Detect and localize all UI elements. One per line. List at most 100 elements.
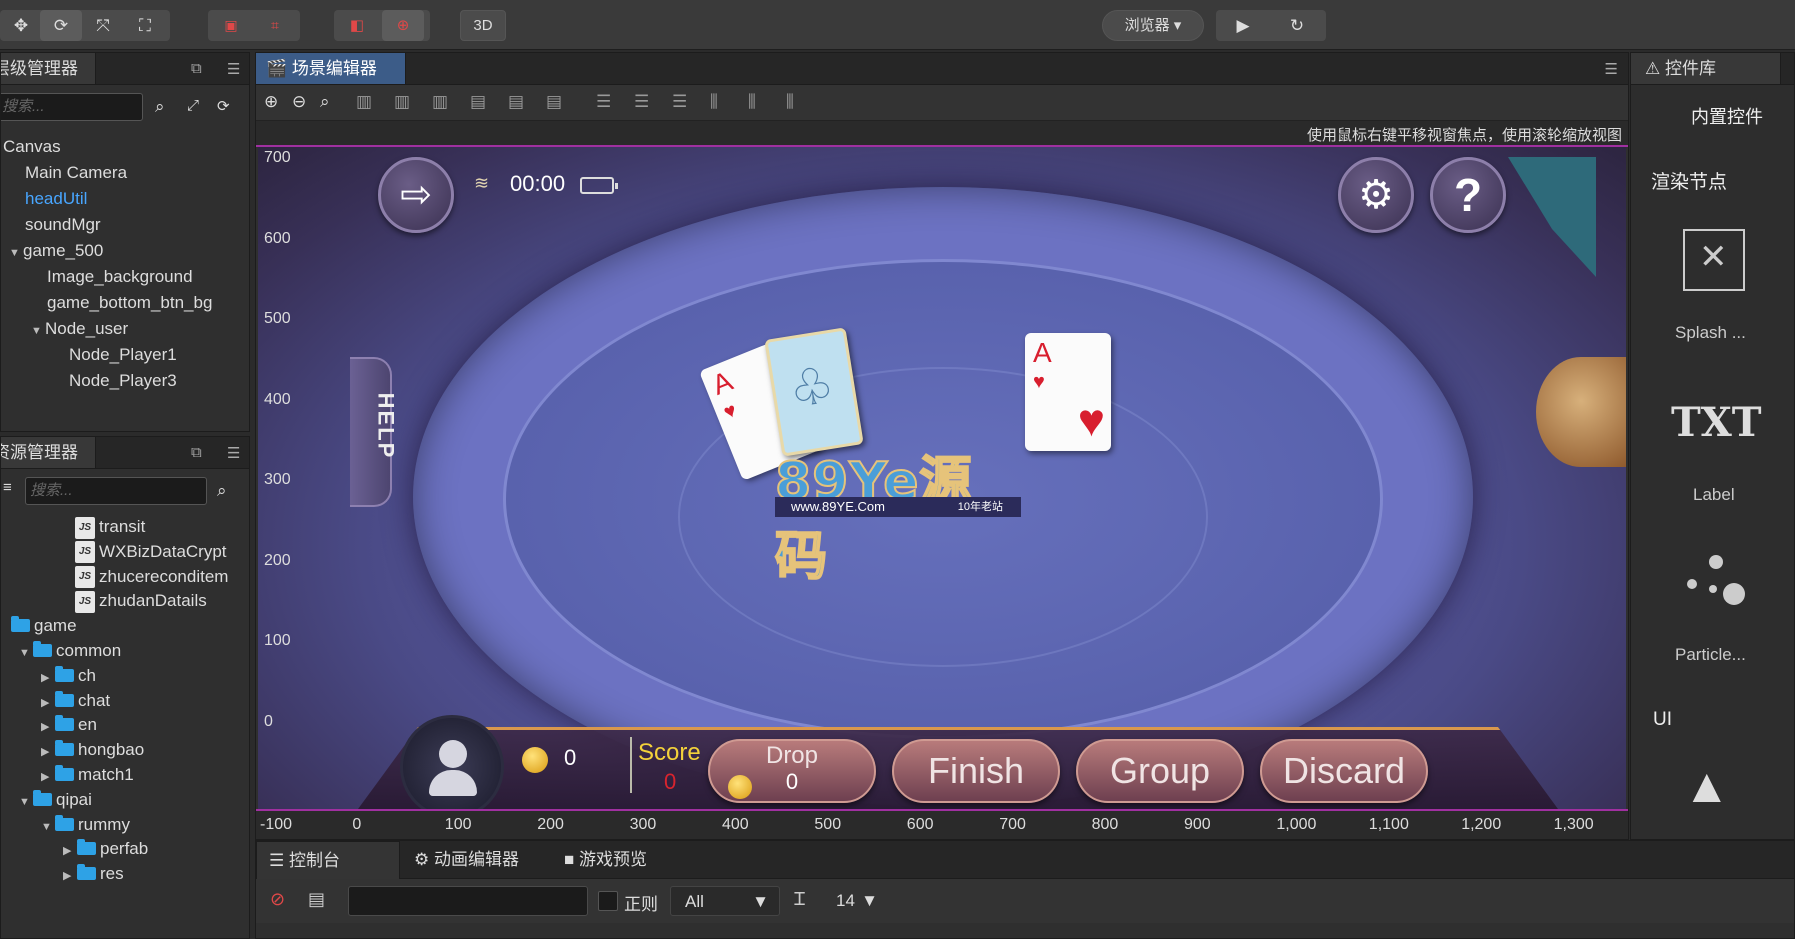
rotate-tool-icon[interactable]: ⟳ [40,10,82,41]
label-widget[interactable]: TXT [1671,399,1762,446]
align-vcenter-icon[interactable]: ▥ [394,92,410,112]
ui-widget-icon[interactable]: ▲ [1683,759,1731,814]
menu-icon[interactable]: ☰ [1605,60,1618,78]
zoom-in-icon[interactable]: ⊕ [264,92,278,112]
finish-button[interactable]: Finish [892,739,1060,803]
font-size-select[interactable]: 14 ▼ [822,886,888,916]
pivot-icon[interactable]: ▣ [210,10,252,41]
refresh-icon[interactable]: ⟳ [217,97,230,115]
distribute-vcenter-icon[interactable]: ☰ [634,92,649,112]
help-button[interactable]: ? [1430,157,1506,233]
clear-icon[interactable]: ⊘ [270,889,285,910]
menu-icon[interactable]: ☰ [227,444,240,462]
hierarchy-node[interactable]: ▼ Node_user [31,315,128,343]
widget-library-tab[interactable]: ⚠ 控件库 [1631,53,1781,85]
scale-tool-icon[interactable]: ⤧ [82,10,124,41]
assets-tab[interactable]: 资源管理器 [1,437,96,469]
distribute-left-icon[interactable]: ⫼ [710,92,718,112]
align-left-icon[interactable]: ▤ [470,92,486,112]
hierarchy-node[interactable]: Main Camera [25,159,127,187]
log-level-select[interactable]: All ▼ [670,886,780,916]
asset-item[interactable]: ▶ chat [41,687,110,715]
asset-item[interactable]: ▶ perfab [63,835,148,863]
browser-select[interactable]: 浏览器 ▾ [1102,10,1204,41]
hierarchy-node[interactable]: soundMgr [25,211,101,239]
asset-item[interactable]: ▶ hongbao [41,736,144,764]
asset-item[interactable]: JS transit [75,513,145,541]
local-space-icon[interactable]: ◧ [336,10,378,41]
expand-icon[interactable]: ⤢ [187,97,199,114]
move-tool-icon[interactable]: ✥ [0,10,42,41]
global-space-icon[interactable]: ⊕ [382,10,424,41]
game-canvas[interactable]: ⇨ ≋ 00:00 ⚙ ? HELP A ♥ A ♥ ♥ [258,147,1626,809]
asset-item[interactable]: ▶ ch [41,662,96,690]
hierarchy-node[interactable]: Image_background [47,263,193,291]
asset-item[interactable]: ▼ qipai [19,786,92,814]
asset-item[interactable]: JS zhudanDatails [75,587,207,615]
asset-item[interactable]: ▼ rummy [41,811,130,839]
rect-tool-icon[interactable]: ⛶ [124,10,166,41]
hierarchy-node[interactable]: ▼ game_500 [9,237,103,265]
zoom-reset-icon[interactable]: ⌕ [320,92,330,112]
open-card-ace-hearts[interactable]: A ♥ ♥ [1025,333,1111,451]
group-button[interactable]: Group [1076,739,1244,803]
hierarchy-node[interactable]: Canvas [3,133,61,161]
asset-item[interactable]: ▼ common [19,637,121,665]
exit-button[interactable]: ⇨ [378,157,454,233]
tab-animation-editor[interactable]: ⚙ 动画编辑器 [402,841,552,879]
distribute-right-icon[interactable]: ⫼ [786,92,794,112]
center-icon[interactable]: ⌗ [254,10,296,41]
menu-icon[interactable]: ☰ [227,60,240,78]
particle-widget[interactable] [1683,555,1753,615]
3d-toggle-button[interactable]: 3D [460,10,506,41]
hierarchy-node[interactable]: Node_Player1 [69,341,177,369]
regex-checkbox[interactable] [598,891,618,911]
align-top-icon[interactable]: ▥ [356,92,372,112]
align-bottom-icon[interactable]: ▥ [432,92,448,112]
font-size-value: 14 [836,891,855,910]
discard-button[interactable]: Discard [1260,739,1428,803]
align-right-icon[interactable]: ▤ [546,92,562,112]
distribute-top-icon[interactable]: ☰ [596,92,611,112]
play-icon[interactable]: ▶ [1222,10,1264,41]
asset-item[interactable]: ▶ en [41,711,97,739]
expand-arrow-icon[interactable]: ▼ [19,788,33,816]
tab-console[interactable]: ☰ 控制台 [256,841,400,879]
hierarchy-node[interactable]: game_bottom_btn_bg [47,289,212,317]
chevron-down-icon: ▼ [861,891,878,910]
refresh-icon[interactable]: ↻ [1276,10,1318,41]
tab-game-preview[interactable]: ■ 游戏预览 [552,841,702,879]
hierarchy-node[interactable]: headUtil [25,185,87,213]
expand-arrow-icon[interactable]: ▼ [19,639,33,667]
expand-arrow-icon[interactable]: ▼ [9,239,23,267]
settings-button[interactable]: ⚙ [1338,157,1414,233]
drop-button[interactable]: Drop 0 [708,739,876,803]
zoom-out-icon[interactable]: ⊖ [292,92,306,112]
hierarchy-node[interactable]: Node_Player3 [69,367,177,395]
popout-icon[interactable]: ⧉ [191,444,202,461]
expand-arrow-icon[interactable]: ▶ [63,862,77,890]
distribute-hcenter-icon[interactable]: ⫼ [748,92,756,112]
splash-widget[interactable]: ✕ [1683,229,1745,291]
asset-item[interactable]: JS zhucereconditem [75,563,228,591]
assets-search-input[interactable]: 搜索... [25,477,207,505]
asset-item[interactable]: ▶ match1 [41,761,134,789]
scene-editor-tab[interactable]: 🎬 场景编辑器 [256,53,406,85]
asset-item[interactable]: JS WXBizDataCrypt [75,538,227,566]
align-hcenter-icon[interactable]: ▤ [508,92,524,112]
expand-arrow-icon[interactable]: ▼ [41,813,55,841]
asset-item[interactable]: ▶ res [63,860,124,888]
hierarchy-tab[interactable]: 层级管理器 [1,53,96,85]
asset-item[interactable]: game [1,612,77,640]
popout-icon[interactable]: ⧉ [191,60,202,77]
player-avatar[interactable] [400,715,504,809]
search-icon[interactable]: ⌕ [217,481,227,501]
console-filter-input[interactable] [348,886,588,916]
log-file-icon[interactable]: ▤ [308,889,325,910]
search-icon[interactable]: ⌕ [155,97,165,117]
hierarchy-search-input[interactable]: 搜索... [1,93,143,121]
expand-arrow-icon[interactable]: ▼ [31,317,45,345]
help-side-tab[interactable]: HELP [350,357,398,507]
filter-icon[interactable]: ≡ [3,479,12,496]
distribute-bottom-icon[interactable]: ☰ [672,92,687,112]
